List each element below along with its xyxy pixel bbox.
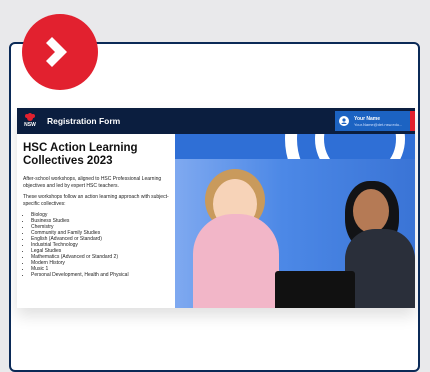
hero-image — [175, 134, 415, 308]
user-info: Your Name Your.Name@det.nsw.edu... — [354, 116, 402, 127]
user-icon — [339, 116, 349, 126]
logo-text: NSW — [24, 122, 36, 128]
nsw-logo: NSW — [23, 113, 37, 129]
person-body — [345, 229, 415, 308]
chevron-right-icon — [46, 37, 67, 67]
user-account-button[interactable]: Your Name Your.Name@det.nsw.edu... — [335, 111, 415, 131]
device-frame: NSW Registration Form Your Name Your.Nam… — [9, 42, 420, 372]
laptop — [275, 271, 355, 308]
subject-list: Biology Business Studies Chemistry Commu… — [23, 212, 169, 278]
page-title: HSC Action Learning Collectives 2023 — [23, 142, 138, 167]
play-badge — [22, 14, 98, 90]
intro-paragraph: After-school workshops, aligned to HSC P… — [23, 176, 162, 189]
app-window: NSW Registration Form Your Name Your.Nam… — [17, 108, 415, 308]
top-navigation-bar: NSW Registration Form Your Name Your.Nam… — [17, 108, 415, 134]
approach-paragraph: These workshops follow an action learnin… — [23, 194, 169, 207]
person-face — [353, 189, 389, 233]
user-accent-bar — [410, 111, 415, 131]
content-panel: HSC Action Learning Collectives 2023 Aft… — [17, 134, 175, 308]
person-body — [193, 214, 279, 308]
app-title: Registration Form — [47, 116, 121, 126]
people-photo — [175, 159, 415, 308]
list-item: Personal Development, Health and Physica… — [31, 272, 169, 278]
nsw-waratah-logo-icon — [25, 113, 35, 121]
user-email: Your.Name@det.nsw.edu... — [354, 121, 403, 127]
